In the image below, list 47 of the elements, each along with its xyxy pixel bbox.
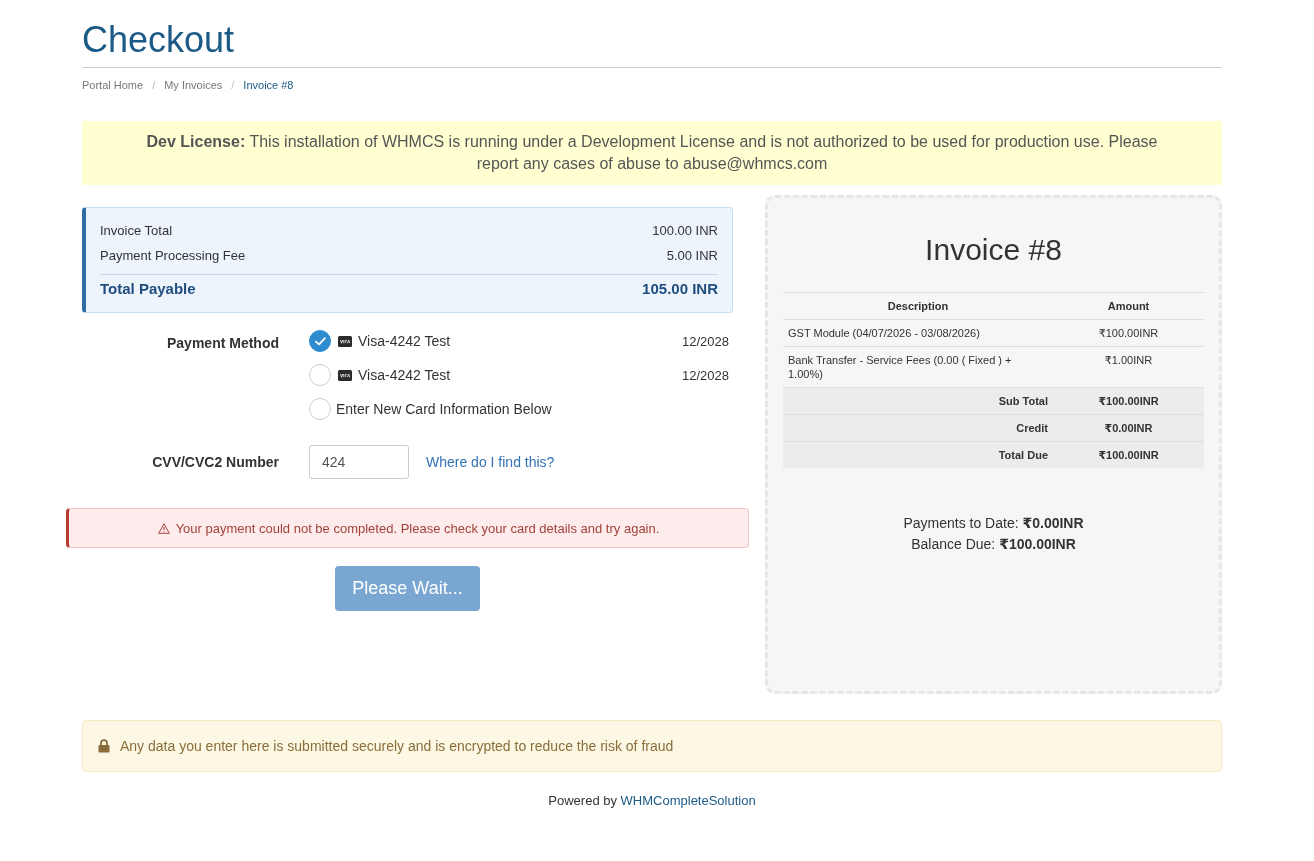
column-header: Description [783,292,1053,320]
total-amount-cell: ₹100.00INR [1053,387,1204,415]
cvv-label: CVV/CVC2 Number [152,453,279,472]
footer-text: Powered by [548,793,617,808]
card-icon [338,369,352,381]
breadcrumb-separator: / [230,78,236,93]
card-expiry: 12/2028 [682,333,729,349]
footer-link[interactable]: WHMCompleteSolution [620,793,756,808]
summary-label: Invoice Total [100,222,173,240]
radio-button[interactable] [309,398,331,420]
warning-icon [157,522,170,534]
breadcrumb-link[interactable]: My Invoices [164,77,223,93]
amount-cell: ₹100.00INR [1053,319,1204,347]
summary-label: Payment Processing Fee [100,247,246,265]
radio-button[interactable] [309,330,331,352]
total-amount-cell: ₹100.00INR [1053,441,1204,468]
total-label: Total Payable [100,279,196,299]
payment-option-label[interactable]: Enter New Card Information Below [336,401,552,417]
cvv-input[interactable]: 424 [309,445,409,479]
lock-icon [98,739,110,753]
column-header: Amount [1053,292,1204,320]
summary-value: 100.00 INR [652,222,718,240]
balance-due: Balance Due: ₹100.00INR [910,535,1077,554]
radio-button[interactable] [309,364,331,386]
total-label-cell: Credit [783,414,1053,442]
breadcrumb-separator: / [151,78,157,93]
payment-option-label[interactable]: Visa-4242 Test [358,367,451,383]
description-cell: GST Module (04/07/2026 - 03/08/2026) [783,319,1053,347]
total-label-cell: Total Due [783,441,1053,468]
card-icon [338,335,352,347]
check-icon [314,336,326,346]
total-amount-cell: ₹0.00INR [1053,414,1204,442]
help-link[interactable]: Where do I find this? [426,454,555,470]
payment-option-label[interactable]: Visa-4242 Test [358,333,451,349]
payments-to-date: Payments to Date: ₹0.00INR [902,514,1085,533]
dev-license-notice: Dev License: This installation of WHMCS is running under a Development License and is not authorized to be used for production use. Please report any cases of abuse to abuse@whmcs.com [82,121,1222,185]
summary-value: 5.00 INR [666,247,718,265]
payment-method-label: Payment Method [167,334,279,353]
security-message: Any data you enter here is submitted securely and is encrypted to reduce the risk of fraud [120,737,674,756]
page-title: Checkout [82,18,235,60]
total-label-cell: Sub Total [783,387,1053,415]
breadcrumb-current: Invoice #8 [243,78,294,93]
error-message: Your payment could not be completed. Please check your card details and try again. [175,520,660,536]
breadcrumb-link[interactable]: Portal Home [82,77,144,93]
invoice-title: Invoice #8 [924,232,1063,268]
total-value: 105.00 INR [642,279,718,299]
card-expiry: 12/2028 [682,367,729,383]
